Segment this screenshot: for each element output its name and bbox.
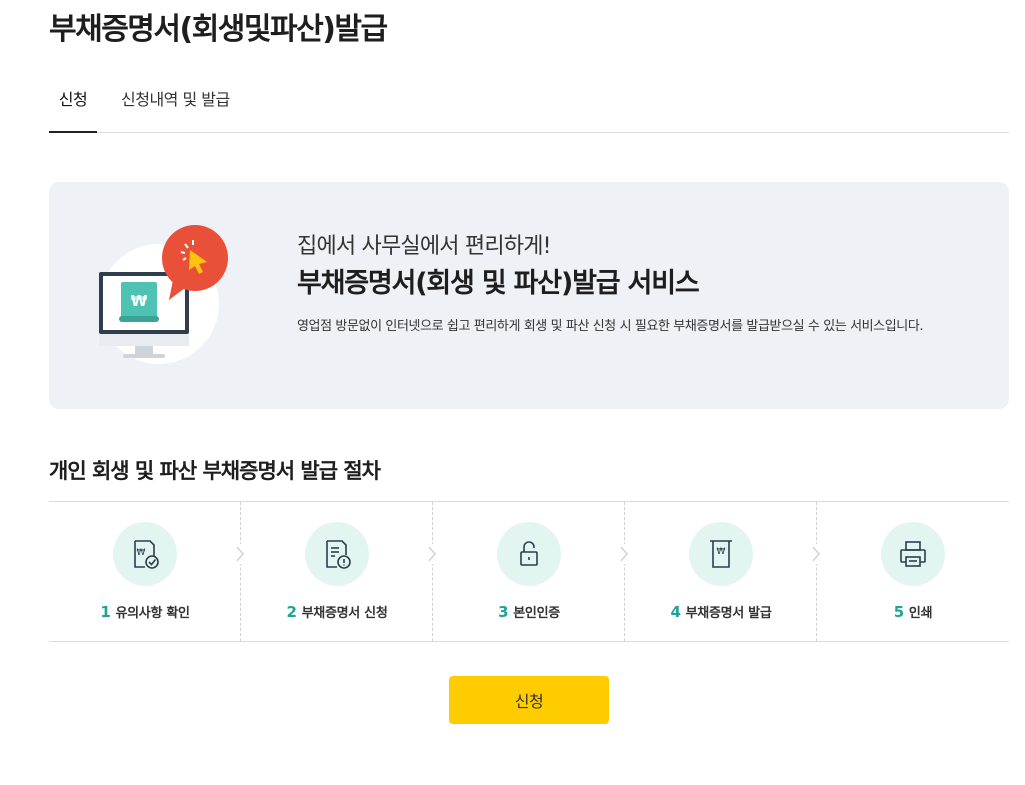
chevron-right-icon: [424, 544, 440, 564]
tab-apply[interactable]: 신청: [49, 86, 97, 133]
service-banner: ₩ 집에서 사무실에서 편리하게! 부채증명서(회생 및 파산)발급 서비스 영…: [49, 182, 1009, 409]
tab-history-issue[interactable]: 신청내역 및 발급: [121, 86, 230, 133]
step-label: 3 본인인증: [498, 603, 560, 621]
unlock-icon: [497, 522, 561, 586]
procedure-title: 개인 회생 및 파산 부채증명서 발급 절차: [49, 459, 381, 483]
won-document-icon: ₩: [689, 522, 753, 586]
page-title: 부채증명서(회생및파산)발급: [49, 12, 388, 47]
document-alert-icon: [305, 522, 369, 586]
tab-bar: 신청 신청내역 및 발급: [49, 86, 1009, 133]
step-label: 2 부채증명서 신청: [286, 603, 388, 621]
step-label: 5 인쇄: [893, 603, 933, 621]
procedure-steps: ₩ 1 유의사항 확인 2 부채증명서 신청 3 본인인증 ₩ 4 부채증명서 …: [49, 501, 1009, 642]
step-item: 2 부채증명서 신청: [241, 502, 440, 641]
svg-text:₩: ₩: [717, 547, 726, 557]
monitor-won-document-icon: ₩: [97, 222, 237, 372]
chevron-right-icon: [616, 544, 632, 564]
step-label: 4 부채증명서 발급: [670, 603, 772, 621]
document-check-icon: ₩: [113, 522, 177, 586]
printer-icon: [881, 522, 945, 586]
svg-text:₩: ₩: [131, 292, 148, 310]
step-item: 3 본인인증: [433, 502, 632, 641]
banner-subtitle: 집에서 사무실에서 편리하게!: [297, 234, 551, 259]
chevron-right-icon: [808, 544, 824, 564]
step-item: 5 인쇄: [817, 502, 1009, 641]
banner-title: 부채증명서(회생 및 파산)발급 서비스: [297, 268, 700, 299]
chevron-right-icon: [232, 544, 248, 564]
step-label: 1 유의사항 확인: [100, 603, 190, 621]
step-item: ₩ 1 유의사항 확인: [49, 502, 248, 641]
apply-button[interactable]: 신청: [449, 676, 609, 724]
svg-text:₩: ₩: [137, 548, 146, 558]
banner-description: 영업점 방문없이 인터넷으로 쉽고 편리하게 회생 및 파산 신청 시 필요한 …: [297, 319, 924, 334]
step-item: ₩ 4 부채증명서 발급: [625, 502, 824, 641]
